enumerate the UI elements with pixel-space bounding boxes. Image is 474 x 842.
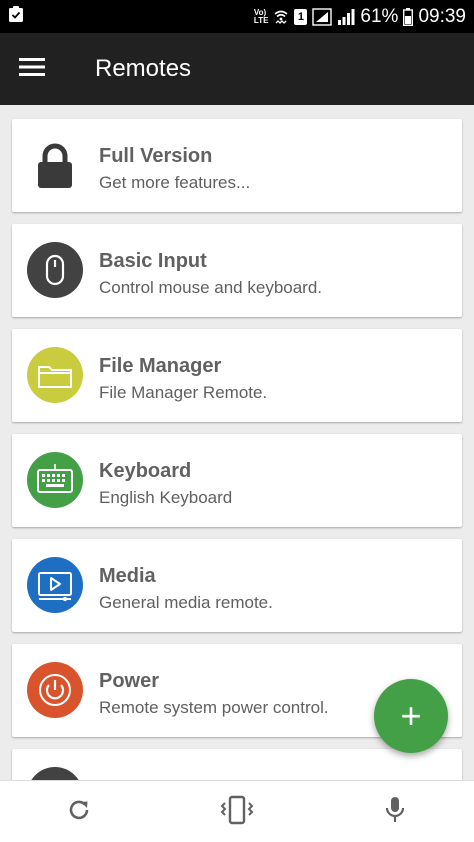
phone-vibrate-icon xyxy=(217,795,257,830)
lock-icon xyxy=(27,137,83,193)
wifi-calling-icon xyxy=(273,8,289,26)
remote-item-title: Keyboard xyxy=(99,460,192,482)
bottom-bar xyxy=(0,780,474,842)
add-icon: + xyxy=(400,695,422,736)
remote-item-subtitle: File Manager Remote. xyxy=(99,383,268,402)
add-remote-button[interactable]: + xyxy=(374,679,448,753)
remote-item-subtitle: Remote system power control. xyxy=(99,698,329,717)
page-title: Remotes xyxy=(95,55,192,82)
lte-label: LTE xyxy=(253,15,269,25)
remote-item-subtitle: English Keyboard xyxy=(99,488,233,507)
folder-icon xyxy=(27,347,83,403)
remote-item-full-version[interactable]: Full Version Get more features... xyxy=(12,119,462,212)
menu-button[interactable] xyxy=(0,33,64,105)
battery-percent: 61% xyxy=(360,5,399,27)
remote-item-subtitle: General media remote. xyxy=(99,593,273,612)
remote-item-partial[interactable] xyxy=(12,749,462,780)
clock: 09:39 xyxy=(418,5,466,27)
microphone-icon xyxy=(383,795,407,830)
sim-1-indicator: 1 xyxy=(294,8,308,25)
media-player-icon xyxy=(27,557,83,613)
remote-item-title: Power xyxy=(99,670,160,692)
signal-sim1-icon xyxy=(312,7,333,26)
status-bar: Vo) LTE 1 61% 09:39 xyxy=(0,0,474,33)
remote-item-subtitle: Control mouse and keyboard. xyxy=(99,278,323,297)
power-icon xyxy=(27,662,83,718)
signal-icon xyxy=(337,8,355,25)
keyboard-icon xyxy=(27,452,83,508)
battery-icon xyxy=(403,7,414,26)
app-bar: Remotes xyxy=(0,33,474,105)
volte-lte-indicator: Vo) LTE xyxy=(253,8,269,25)
remote-item-keyboard[interactable]: Keyboard English Keyboard xyxy=(12,434,462,527)
mouse-icon xyxy=(27,242,83,298)
microphone-button[interactable] xyxy=(378,795,412,829)
refresh-button[interactable] xyxy=(62,795,96,829)
refresh-icon xyxy=(66,797,92,828)
phone-vibrate-button[interactable] xyxy=(220,795,254,829)
remote-item-media[interactable]: Media General media remote. xyxy=(12,539,462,632)
clipboard-check-icon xyxy=(8,5,24,28)
hamburger-menu-icon xyxy=(19,57,45,82)
remote-item-title: File Manager xyxy=(99,355,222,377)
remote-item-title: Basic Input xyxy=(99,250,207,272)
sim-label: 1 xyxy=(297,10,304,23)
remote-item-basic-input[interactable]: Basic Input Control mouse and keyboard. xyxy=(12,224,462,317)
remote-item-subtitle: Get more features... xyxy=(99,173,251,192)
partial-item-icon xyxy=(27,767,83,780)
remote-item-file-manager[interactable]: File Manager File Manager Remote. xyxy=(12,329,462,422)
remote-item-title: Media xyxy=(99,565,156,587)
remote-item-title: Full Version xyxy=(99,145,213,167)
